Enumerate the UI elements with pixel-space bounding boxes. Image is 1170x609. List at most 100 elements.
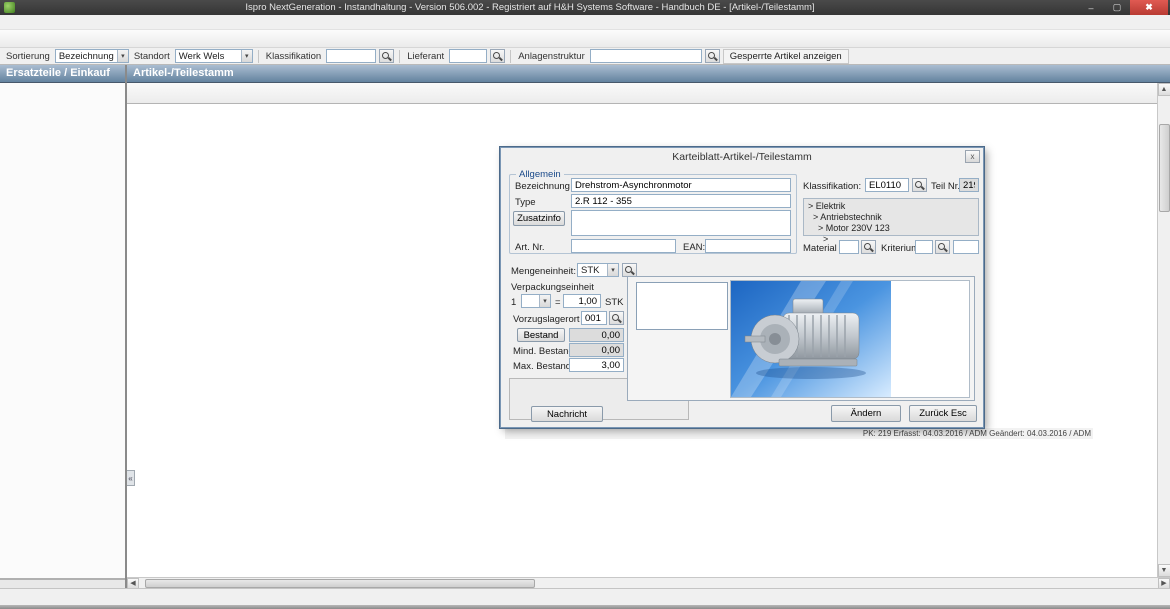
sidebar: Ersatzteile / Einkauf xyxy=(0,65,127,588)
classification-search-button[interactable] xyxy=(379,49,394,63)
sidebar-footer xyxy=(0,580,125,588)
kriterium-input[interactable] xyxy=(915,240,933,254)
chevron-down-icon[interactable]: ▾ xyxy=(117,50,128,62)
verpackung-label: Verpackungseinheit xyxy=(511,282,594,293)
scroll-up-icon[interactable]: ▲ xyxy=(1158,83,1170,96)
main-panel: Artikel-/Teilestamm ▲ ▼ ◀ ▶ « Karteiblat… xyxy=(127,65,1170,588)
vorzugslagerort-search-button[interactable] xyxy=(609,311,624,325)
bezeichnung-input[interactable] xyxy=(571,178,791,192)
scroll-left-icon[interactable]: ◀ xyxy=(127,578,139,589)
chevron-down-icon[interactable]: ▾ xyxy=(607,264,618,276)
structure-search-button[interactable] xyxy=(705,49,720,63)
teilnr-value xyxy=(959,178,979,192)
zurueck-button[interactable]: Zurück Esc xyxy=(909,405,977,422)
scroll-right-icon[interactable]: ▶ xyxy=(1158,578,1170,589)
vertical-scroll-thumb[interactable] xyxy=(1159,124,1170,212)
artnr-label: Art. Nr. xyxy=(515,242,545,253)
material-input[interactable] xyxy=(839,240,859,254)
max-bestand-input[interactable] xyxy=(569,358,624,372)
bestand-button[interactable]: Bestand xyxy=(517,328,565,342)
supplier-input[interactable] xyxy=(449,49,487,63)
sort-label: Sortierung xyxy=(4,51,52,62)
window-titlebar: Ispro NextGeneration - Instandhaltung - … xyxy=(0,0,1170,15)
structure-input[interactable] xyxy=(590,49,702,63)
separator xyxy=(399,50,400,63)
search-icon xyxy=(612,314,621,323)
sort-value: Bezeichnung xyxy=(56,51,117,62)
mengeneinheit-value: STK xyxy=(578,265,607,276)
dokumente-panel xyxy=(627,276,975,401)
mengeneinheit-combo[interactable]: STK ▾ xyxy=(577,263,619,277)
motor-image xyxy=(731,281,891,397)
close-button[interactable]: ✖ xyxy=(1130,0,1168,15)
bestand-value xyxy=(569,328,624,342)
filter-bar: Sortierung Bezeichnung ▾ Standort Werk W… xyxy=(0,48,1170,65)
material-search-button[interactable] xyxy=(861,240,876,254)
sidebar-collapse-button[interactable]: « xyxy=(127,470,135,486)
equals-label: = xyxy=(555,297,561,308)
verpackung-input[interactable] xyxy=(563,294,601,308)
window-title: Ispro NextGeneration - Instandhaltung - … xyxy=(0,2,1060,13)
site-value: Werk Wels xyxy=(176,51,241,62)
teilnr-label: Teil Nr.: xyxy=(931,181,963,192)
classification-tree[interactable]: > Elektrik > Antriebstechnik > Motor 230… xyxy=(803,198,979,236)
structure-label: Anlagenstruktur xyxy=(516,51,587,62)
chevron-down-icon[interactable]: ▾ xyxy=(241,50,252,62)
show-locked-articles-toggle[interactable]: Gesperrte Artikel anzeigen xyxy=(723,49,849,64)
vorzugslagerort-input[interactable] xyxy=(581,311,607,325)
klassifikation-input[interactable] xyxy=(865,178,909,192)
type-input[interactable] xyxy=(571,194,791,208)
aendern-button[interactable]: Ändern xyxy=(831,405,901,422)
window-edge xyxy=(0,605,1170,609)
kriterium-search-button[interactable] xyxy=(935,240,950,254)
horizontal-scroll-thumb[interactable] xyxy=(145,579,535,588)
mengeneinheit-label: Mengeneinheit: xyxy=(511,266,576,277)
klassifikation-label: Klassifikation: xyxy=(803,181,861,192)
verpackung-combo[interactable]: ▾ xyxy=(521,294,551,308)
minimize-button[interactable]: – xyxy=(1078,0,1104,15)
ean-label: EAN: xyxy=(683,242,705,253)
kriterium-extra-input[interactable] xyxy=(953,240,979,254)
vertical-scrollbar[interactable]: ▲ ▼ xyxy=(1157,83,1170,577)
nachricht-button[interactable]: Nachricht xyxy=(531,406,603,422)
page-title: Artikel-/Teilestamm xyxy=(127,65,1170,83)
bezeichnung-label: Bezeichnung xyxy=(515,181,570,192)
artnr-input[interactable] xyxy=(571,239,676,253)
search-icon xyxy=(864,243,873,252)
dialog-close-button[interactable]: x xyxy=(965,150,980,163)
material-label: Material xyxy=(803,243,837,254)
supplier-search-button[interactable] xyxy=(490,49,505,63)
zusatzinfo-textarea[interactable] xyxy=(571,210,791,236)
search-icon xyxy=(382,52,391,61)
search-icon xyxy=(625,266,634,275)
dialog-title: Karteiblatt-Artikel-/Teilestamm xyxy=(501,148,983,166)
sidebar-tree xyxy=(0,83,125,578)
classification-input[interactable] xyxy=(326,49,376,63)
max-bestand-label: Max. Bestand: xyxy=(513,361,574,372)
verpackung-qty: 1 xyxy=(511,297,516,308)
scroll-down-icon[interactable]: ▼ xyxy=(1158,564,1170,577)
horizontal-scrollbar[interactable]: ◀ ▶ xyxy=(127,577,1170,588)
mengeneinheit-search-button[interactable] xyxy=(622,263,637,277)
mind-bestand-value xyxy=(569,343,624,357)
chevron-down-icon[interactable]: ▾ xyxy=(539,295,550,307)
sidebar-title: Ersatzteile / Einkauf xyxy=(0,65,125,83)
kriterium-label: Kriterium xyxy=(881,243,919,254)
zusatzinfo-button[interactable]: Zusatzinfo xyxy=(513,211,565,226)
status-bar xyxy=(0,588,1170,605)
search-icon xyxy=(938,243,947,252)
mind-bestand-label: Mind. Bestand: xyxy=(513,346,576,357)
klassifikation-search-button[interactable] xyxy=(912,178,927,192)
separator xyxy=(258,50,259,63)
document-list[interactable] xyxy=(636,282,728,330)
search-icon xyxy=(493,52,502,61)
maximize-button[interactable]: ▢ xyxy=(1104,0,1130,15)
karteiblatt-dialog: Karteiblatt-Artikel-/Teilestamm x Allgem… xyxy=(500,147,984,428)
search-icon xyxy=(915,181,924,190)
site-combo[interactable]: Werk Wels ▾ xyxy=(175,49,253,63)
document-preview-frame xyxy=(730,280,970,398)
type-label: Type xyxy=(515,197,536,208)
sort-combo[interactable]: Bezeichnung ▾ xyxy=(55,49,129,63)
ean-input[interactable] xyxy=(705,239,791,253)
verpackung-unit: STK xyxy=(605,297,623,308)
